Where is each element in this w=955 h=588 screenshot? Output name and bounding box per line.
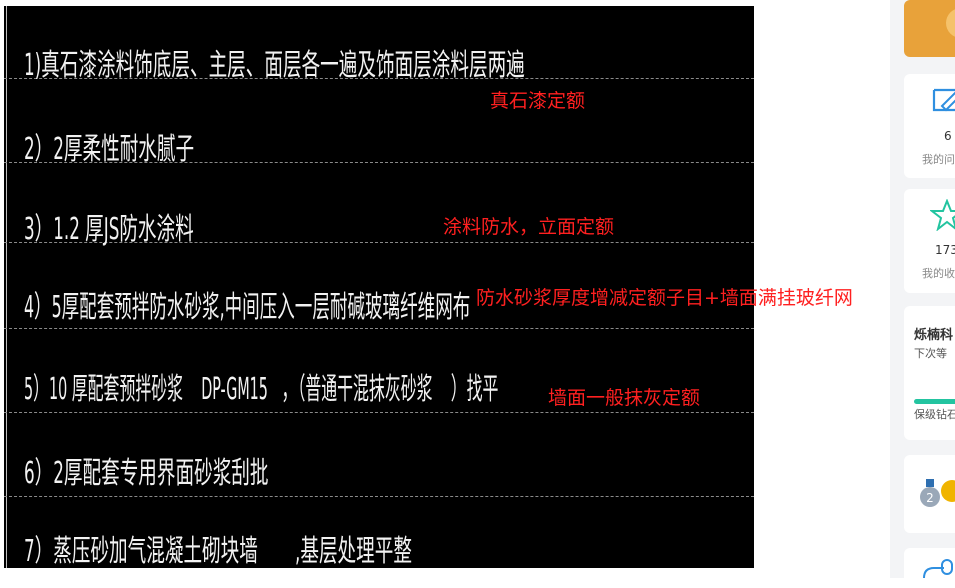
spec-line-4: 4）5厚配套预拌防水砂浆,中间压入一层耐碱玻璃纤维网布 <box>24 290 471 325</box>
annotation-waterproof-mortar-quota: 防水砂浆厚度增减定额子目+墙面满挂玻纤网 <box>476 287 853 309</box>
banner-card[interactable] <box>904 0 955 57</box>
dashed-guide <box>4 328 754 329</box>
right-sidebar: 6 我的问 173 我的收 烁楠科 下次等 保级钻石 2 <box>890 0 955 588</box>
annotation-waterproof-coating-quota: 涂料防水，立面定额 <box>443 216 615 238</box>
banner-icon <box>946 8 955 38</box>
annotation-stone-paint-quota: 真石漆定额 <box>490 90 586 112</box>
medal-icon: 2 <box>920 479 955 507</box>
my-questions-card[interactable]: 6 我的问 <box>904 74 955 178</box>
questions-label: 我的问 <box>922 153 955 166</box>
spec-line-7: 7）蒸压砂加气混凝土砌块墙 ,基层处理平整 <box>24 534 412 568</box>
annotation-plaster-quota: 墙面一般抹灰定额 <box>548 387 701 409</box>
dashed-guide <box>4 412 754 413</box>
spec-line-6: 6）2厚配套专用界面砂浆刮批 <box>24 456 269 491</box>
medals-card[interactable]: 2 <box>904 455 955 533</box>
dashed-guide <box>4 496 754 497</box>
my-favorites-card[interactable]: 173 我的收 <box>904 189 955 293</box>
favorites-label: 我的收 <box>922 267 955 280</box>
link-icon <box>923 559 953 579</box>
spec-line-1: 1)真石漆涂料饰底层、主层、面层各一遍及饰面层涂料层两遍 <box>24 48 525 83</box>
spec-line-3: 3）1.2 厚JS防水涂料 <box>24 212 194 247</box>
member-level-label: 保级钻石 <box>914 408 955 421</box>
level-progress-bar <box>914 399 955 404</box>
spec-line-2: 2）2厚柔性耐水腻子 <box>24 132 195 167</box>
svg-text:2: 2 <box>926 491 934 505</box>
favorites-count: 173 <box>935 243 955 257</box>
member-name: 烁楠科 <box>914 328 954 343</box>
star-icon <box>930 199 955 231</box>
drawing-border-line <box>6 6 7 568</box>
extra-card[interactable] <box>904 548 955 588</box>
edit-icon <box>932 88 955 112</box>
member-level-card[interactable]: 烁楠科 下次等 保级钻石 <box>904 306 955 440</box>
spec-line-5: 5）10 厚配套预拌砂浆 DP-GM15 ，（普通干混抹灰砂浆 ）找平 <box>24 372 499 407</box>
member-next-level: 下次等 <box>914 347 947 360</box>
questions-count: 6 <box>944 129 952 143</box>
